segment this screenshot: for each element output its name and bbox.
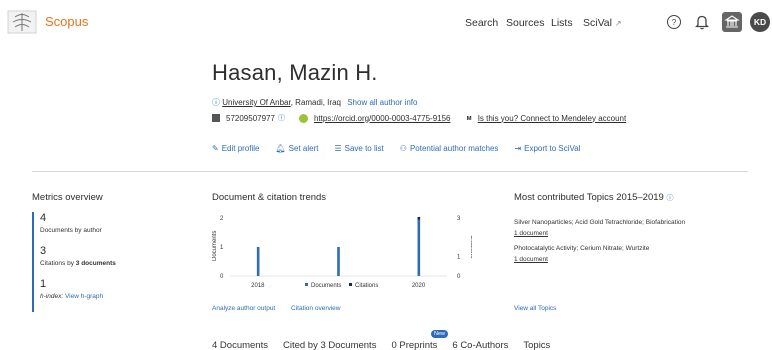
y-tick-label-2: 0 bbox=[220, 274, 224, 280]
profile-actions: ✎ Edit profile 🔔︎ Set alert ☰ Save to list … bbox=[212, 144, 580, 153]
x-tick-label-2018: 2018 bbox=[251, 283, 265, 289]
topics-title-label: Most contributed Topics 2015–2019 bbox=[514, 192, 664, 203]
author-id-info-icon[interactable]: ⓘ bbox=[278, 113, 285, 123]
tab-documents[interactable]: 4 Documents bbox=[212, 340, 268, 350]
scopus-brand[interactable]: Scopus bbox=[45, 14, 88, 29]
nav-scival-label: SciVal bbox=[583, 17, 612, 29]
y-axis-title: Documents bbox=[212, 231, 218, 261]
topic-1-count[interactable]: 1 document bbox=[514, 230, 548, 237]
potential-matches-button[interactable]: ⚇ Potential author matches bbox=[400, 144, 499, 153]
documents-bar-2020 bbox=[417, 218, 421, 276]
trend-chart: 2 1 0 3 1 0 Documents Citations 2018 2020 Document… bbox=[212, 216, 472, 289]
hindex-row: h-index: View h-graph bbox=[40, 293, 172, 300]
affiliation-row: ⓘ University Of Anbar, Ramadi, Iraq Show… bbox=[212, 97, 417, 108]
orcid-link[interactable]: https://orcid.org/0000-0003-4775-9156 bbox=[314, 114, 451, 123]
bell-icon[interactable] bbox=[695, 14, 709, 30]
x-tick-label-2020: 2020 bbox=[412, 283, 426, 289]
citations-label: Citations by 3 documents bbox=[40, 260, 172, 267]
legend-citations-swatch bbox=[349, 283, 352, 286]
user-avatar[interactable]: KD bbox=[750, 12, 770, 32]
help-icon[interactable]: ? bbox=[667, 15, 681, 29]
y2-tick-label-0: 3 bbox=[457, 216, 461, 222]
export-scival-button[interactable]: ⇥ Export to SciVal bbox=[514, 144, 580, 153]
citations-count: 3 bbox=[40, 245, 47, 257]
topic-2-name: Photocatalytic Activity; Cerium Nitrate;… bbox=[514, 245, 650, 252]
trends-title: Document & citation trends bbox=[212, 192, 327, 203]
documents-bar-2019 bbox=[337, 247, 340, 276]
set-alert-label: Set alert bbox=[288, 144, 319, 153]
edit-profile-label: Edit profile bbox=[221, 144, 260, 153]
y2-tick-label-1: 1 bbox=[457, 255, 461, 261]
info-icon: ⓘ bbox=[212, 98, 220, 107]
citations-point-2020 bbox=[417, 217, 421, 220]
mendeley-icon: ᴍ bbox=[466, 114, 472, 122]
set-alert-button[interactable]: 🔔︎ Set alert bbox=[276, 144, 319, 153]
nav-search[interactable]: Search bbox=[465, 17, 498, 29]
mendeley-link[interactable]: Is this you? Connect to Mendeley account bbox=[478, 114, 627, 123]
view-hgraph-link[interactable]: View h-graph bbox=[65, 293, 103, 300]
nav-scival[interactable]: SciVal ↗ bbox=[583, 17, 622, 29]
topics-info-icon[interactable]: ⓘ bbox=[666, 195, 673, 202]
legend-citations-label: Citations bbox=[355, 283, 378, 289]
nav-lists[interactable]: Lists bbox=[551, 17, 573, 29]
orcid-icon bbox=[298, 113, 308, 123]
top-navbar: Scopus Search Sources Lists SciVal ↗ ? K… bbox=[0, 0, 772, 44]
documents-label: Documents by author bbox=[40, 227, 102, 234]
tab-coauthors[interactable]: 6 Co-Authors bbox=[452, 340, 508, 350]
list-icon: ☰ bbox=[334, 144, 342, 153]
y2-axis-title: Citations bbox=[469, 235, 472, 258]
hindex-value: 1 bbox=[40, 278, 47, 290]
external-link-icon: ↗ bbox=[614, 19, 622, 28]
author-name: Hasan, Mazin H. bbox=[212, 60, 378, 85]
affiliation-link[interactable]: University Of Anbar bbox=[222, 98, 290, 107]
y-tick-label-0: 2 bbox=[220, 216, 224, 222]
analyze-output-link[interactable]: Analyze author output bbox=[212, 305, 275, 312]
documents-count: 4 bbox=[40, 212, 47, 224]
citations-label-prefix: Citations by bbox=[40, 260, 76, 267]
view-all-topics-link[interactable]: View all Topics bbox=[514, 305, 556, 312]
tab-topics[interactable]: Topics bbox=[523, 340, 550, 350]
save-to-list-label: Save to list bbox=[344, 144, 384, 153]
y2-tick-label-2: 0 bbox=[457, 274, 461, 280]
section-divider bbox=[32, 171, 748, 172]
legend-documents-label: Documents bbox=[311, 283, 341, 289]
new-badge: New bbox=[431, 330, 449, 338]
author-id: 57209507977 bbox=[226, 113, 275, 123]
documents-bar-2018 bbox=[256, 247, 260, 276]
topic-1-name: Silver Nanoparticles; Acid Gold Tetrachl… bbox=[514, 219, 686, 226]
metrics-title: Metrics overview bbox=[32, 192, 103, 203]
y-tick-label-1: 1 bbox=[220, 245, 224, 251]
topic-2-count[interactable]: 1 document bbox=[514, 256, 548, 263]
topics-title: Most contributed Topics 2015–2019 ⓘ bbox=[514, 192, 673, 203]
legend-documents-swatch bbox=[305, 283, 308, 286]
tab-cited-by[interactable]: Cited by 3 Documents bbox=[283, 340, 376, 350]
show-author-info-link[interactable]: Show all author info bbox=[347, 98, 417, 107]
edit-profile-button[interactable]: ✎ Edit profile bbox=[212, 144, 260, 153]
hindex-label: h-index: bbox=[40, 293, 64, 300]
people-icon: ⚇ bbox=[399, 144, 407, 153]
metrics-panel: 4 Documents by author 3 Citations by 3 d… bbox=[32, 212, 172, 312]
author-id-icon bbox=[212, 114, 220, 122]
save-to-list-button[interactable]: ☰ Save to list bbox=[334, 144, 383, 153]
affiliation-location: , Ramadi, Iraq bbox=[290, 98, 341, 107]
identifier-row: 57209507977 ⓘ https://orcid.org/0000-000… bbox=[212, 113, 626, 123]
tab-bar: 4 Documents Cited by 3 Documents 0 Prepr… bbox=[212, 340, 550, 350]
elsevier-logo-icon[interactable] bbox=[7, 9, 37, 35]
export-scival-label: Export to SciVal bbox=[524, 144, 581, 153]
export-icon: ⇥ bbox=[514, 144, 522, 153]
citations-label-docs: 3 documents bbox=[75, 260, 116, 267]
tab-preprints[interactable]: 0 Preprints bbox=[391, 340, 437, 350]
nav-sources[interactable]: Sources bbox=[506, 17, 545, 29]
citation-overview-link[interactable]: Citation overview bbox=[291, 305, 341, 312]
pencil-icon: ✎ bbox=[212, 144, 219, 153]
institution-icon[interactable] bbox=[722, 12, 742, 32]
bell-outline-icon: 🔔︎ bbox=[275, 144, 286, 153]
potential-matches-label: Potential author matches bbox=[409, 144, 499, 153]
